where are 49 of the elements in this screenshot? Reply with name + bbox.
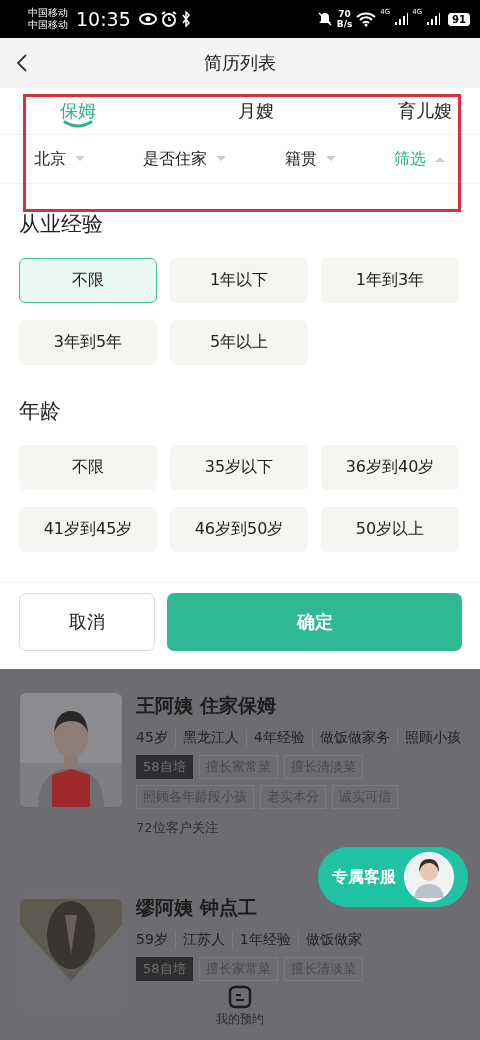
wifi-icon (356, 11, 377, 27)
category-tab[interactable]: 月嫂 (190, 88, 322, 134)
follower-count: 72位客户关注 (136, 819, 218, 837)
detail-text: 45岁 (136, 729, 168, 747)
speed-unit: B/s (336, 19, 353, 29)
signal-icon (426, 12, 441, 26)
bluetooth-icon (180, 11, 191, 27)
battery-level: 91 (448, 12, 470, 26)
carrier-name: 中国移动 (28, 19, 68, 31)
detail-text: 1年经验 (231, 931, 291, 949)
category-tab[interactable]: 育儿嫂 (321, 88, 458, 134)
filter-dropdown[interactable]: 籍贯 (284, 148, 317, 170)
detail-text: 江苏人 (174, 931, 225, 949)
section-title: 从业经验 (19, 211, 104, 238)
option-chip[interactable]: 不限 (19, 445, 157, 490)
training-badge: 58自培 (136, 957, 193, 981)
option-chip[interactable]: 50岁以上 (321, 507, 459, 552)
back-icon[interactable] (16, 53, 28, 73)
cancel-button[interactable]: 取消 (19, 593, 155, 651)
option-chip[interactable]: 41岁到45岁 (19, 507, 157, 552)
training-badge: 58自培 (136, 755, 193, 779)
section-title: 年龄 (19, 398, 62, 425)
detail-text: 做饭做家 (297, 931, 362, 949)
option-chip[interactable]: 1年到3年 (321, 258, 459, 303)
agent-avatar-icon (404, 852, 454, 902)
filter-dropdown[interactable]: 是否住家 (143, 148, 208, 170)
tab-indicator (63, 120, 93, 128)
eye-icon (138, 12, 157, 26)
option-chip[interactable]: 46岁到50岁 (170, 507, 308, 552)
alarm-icon (160, 11, 177, 27)
option-chip[interactable]: 3年到5年 (19, 320, 157, 365)
booking-icon (228, 985, 252, 1009)
page-title: 简历列表 (204, 51, 276, 75)
option-chip[interactable]: 不限 (19, 258, 157, 303)
detail-text: 照顾小孩 (396, 729, 461, 747)
muted-bell-icon (316, 11, 333, 27)
carrier-name: 中国移动 (28, 7, 68, 19)
detail-text: 59岁 (136, 931, 168, 949)
option-chip[interactable]: 5年以上 (170, 320, 308, 365)
option-chip[interactable]: 1年以下 (170, 258, 308, 303)
option-chip[interactable]: 36岁到40岁 (321, 445, 459, 490)
speed-value: 70 (338, 9, 351, 19)
detail-text: 黑龙江人 (174, 729, 239, 747)
clock-time: 10:35 (76, 8, 131, 30)
detail-text: 4年经验 (245, 729, 305, 747)
signal-icon (394, 12, 409, 26)
filter-dropdown[interactable]: 北京 (34, 148, 66, 170)
detail-text: 做饭做家务 (311, 729, 390, 747)
option-chip[interactable]: 35岁以下 (170, 445, 308, 490)
